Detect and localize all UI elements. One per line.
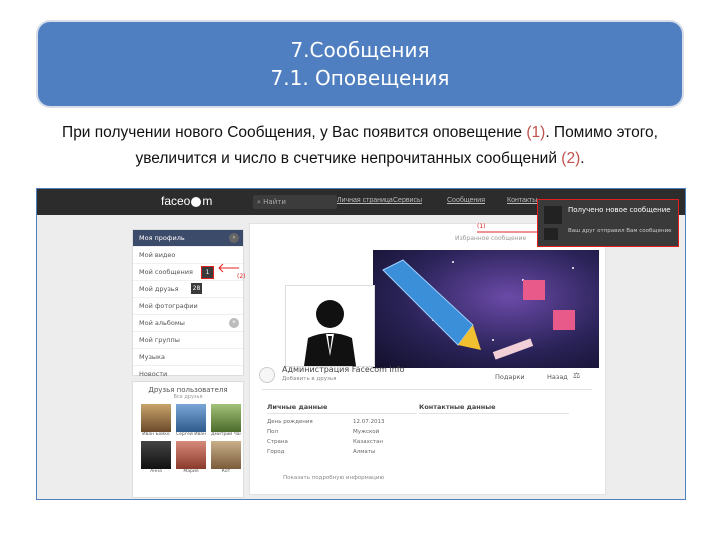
menu-label: Музыка <box>139 353 165 361</box>
friend-card[interactable]: Дмитрий Чан <box>211 404 241 437</box>
friend-name: Сергей Иванов <box>176 432 206 437</box>
menu-item-friends[interactable]: Мой друзья 28 <box>133 281 243 298</box>
menu-label: Мой сообщения <box>139 268 193 276</box>
nav-messages[interactable]: Сообщения <box>447 197 485 204</box>
notification-avatar <box>544 206 562 224</box>
logo-circle-icon <box>191 196 202 207</box>
contact-data-title: Контактные данные <box>419 403 496 411</box>
notification-avatar-small <box>544 228 558 240</box>
search-input[interactable]: ⌕ Найти <box>253 195 337 209</box>
friend-name: Дмитрий Чан <box>211 432 241 437</box>
field-value: Алматы <box>353 449 376 455</box>
intro-text: При получении нового Сообщения, у Вас по… <box>0 120 720 172</box>
friend-card[interactable]: Кот <box>211 441 241 474</box>
intro-part-c: увеличится и число в счетчике непрочитан… <box>135 150 562 167</box>
slide-title-sub: 7.1. Оповещения <box>270 66 450 90</box>
messages-counter-badge: 1 <box>201 266 214 279</box>
show-more-link[interactable]: Показать подробную информацию <box>283 475 384 481</box>
friend-name: Анна <box>150 469 162 474</box>
menu-label: Мой альбомы <box>139 319 185 327</box>
logo-text-right: m <box>202 194 213 208</box>
friend-photo <box>141 404 171 432</box>
friend-name: Мария <box>183 469 199 474</box>
field-value: Мужской <box>353 429 380 435</box>
avatar[interactable] <box>285 285 375 367</box>
profile-name: Администрация Facecom Info <box>282 365 405 374</box>
facecom-logo[interactable]: faceo m <box>161 194 212 208</box>
personal-data-title: Личные данные <box>267 403 328 411</box>
field-value: Казахстан <box>353 439 384 445</box>
left-menu: Моя профиль › Мой видео Мой сообщения 1 … <box>132 229 244 383</box>
friend-card[interactable]: Мария <box>176 441 206 474</box>
intro-part-a: При получении нового Сообщения, у Вас по… <box>62 124 527 141</box>
menu-item-photos[interactable]: Мой фотографии <box>133 298 243 315</box>
friend-card[interactable]: Анна <box>141 441 171 474</box>
friend-photo <box>211 404 241 432</box>
rocket-cover-icon <box>382 259 575 360</box>
friend-name: Иван Бойко <box>142 432 170 437</box>
field-label: Город <box>267 449 285 455</box>
search-icon: ⌕ <box>257 198 261 206</box>
menu-label: Мой видео <box>139 251 176 259</box>
divider <box>262 389 592 390</box>
divider <box>267 413 417 414</box>
notification-title: Получено новое сообщение <box>568 206 671 214</box>
slide-title-main: 7.Сообщения <box>290 38 430 62</box>
pointer-line-icon <box>477 231 537 233</box>
message-notification-popup[interactable]: Получено новое сообщение Ваш друг отправ… <box>537 199 679 247</box>
chevron-right-icon: › <box>229 233 239 243</box>
friend-card[interactable]: Иван Бойко <box>141 404 171 437</box>
settings-icon[interactable]: ⚖ <box>573 371 580 380</box>
menu-item-music[interactable]: Музыка <box>133 349 243 366</box>
intro-part-b: . Помимо этого, <box>545 124 658 141</box>
logo-text-left: faceo <box>161 194 191 208</box>
friends-box: Друзья пользователя Все друзья Иван Бойк… <box>132 381 244 498</box>
gifts-button[interactable]: Подарки <box>495 373 525 381</box>
field-label: Страна <box>267 439 288 445</box>
plus-icon: + <box>229 318 239 328</box>
intro-number-2: (2) <box>561 150 581 167</box>
gift-box-icon <box>523 280 545 300</box>
menu-label: Моя профиль <box>139 234 185 242</box>
friend-photo <box>211 441 241 469</box>
intro-part-d: . <box>580 150 585 167</box>
nav-personal-page[interactable]: Личная страница <box>337 197 393 204</box>
field-label: День рождения <box>267 419 313 425</box>
menu-label: Мой группы <box>139 336 180 344</box>
divider <box>419 413 569 414</box>
slide-title-box: 7.Сообщения 7.1. Оповещения <box>38 22 682 106</box>
field-value: 12.07.2013 <box>353 419 385 425</box>
nav-services[interactable]: Сервисы <box>393 197 422 204</box>
intro-number-1: (1) <box>526 124 546 141</box>
search-placeholder: Найти <box>263 198 286 206</box>
friend-card[interactable]: Сергей Иванов <box>176 404 206 437</box>
friends-subtitle[interactable]: Все друзья <box>133 394 243 400</box>
friends-counter-badge: 28 <box>191 283 202 294</box>
friend-photo <box>176 441 206 469</box>
profile-cover-image <box>373 250 599 368</box>
notification-body: Ваш друг отправил Вам сообщение <box>568 228 672 234</box>
friend-photo <box>141 441 171 469</box>
user-silhouette-icon <box>304 300 356 366</box>
menu-label: Мой фотографии <box>139 302 198 310</box>
field-label: Пол <box>267 429 279 435</box>
nav-contacts[interactable]: Контакты <box>507 197 537 204</box>
menu-item-groups[interactable]: Мой группы <box>133 332 243 349</box>
menu-label: Новости <box>139 370 168 378</box>
friend-photo <box>176 404 206 432</box>
gift-box-icon <box>553 310 575 330</box>
menu-label: Мой друзья <box>139 285 179 293</box>
label-two: (2) <box>237 273 246 280</box>
friends-title: Друзья пользователя <box>148 386 228 394</box>
add-friend-link[interactable]: Добавить в друзья <box>282 376 336 382</box>
friend-name: Кот <box>221 469 231 474</box>
back-button[interactable]: Назад <box>547 373 568 381</box>
facecom-screenshot: faceo m ⌕ Найти Личная страница Сервисы С… <box>36 188 686 500</box>
profile-small-avatar <box>259 367 275 383</box>
menu-item-albums[interactable]: Мой альбомы + <box>133 315 243 332</box>
menu-item-profile[interactable]: Моя профиль › <box>133 230 243 247</box>
